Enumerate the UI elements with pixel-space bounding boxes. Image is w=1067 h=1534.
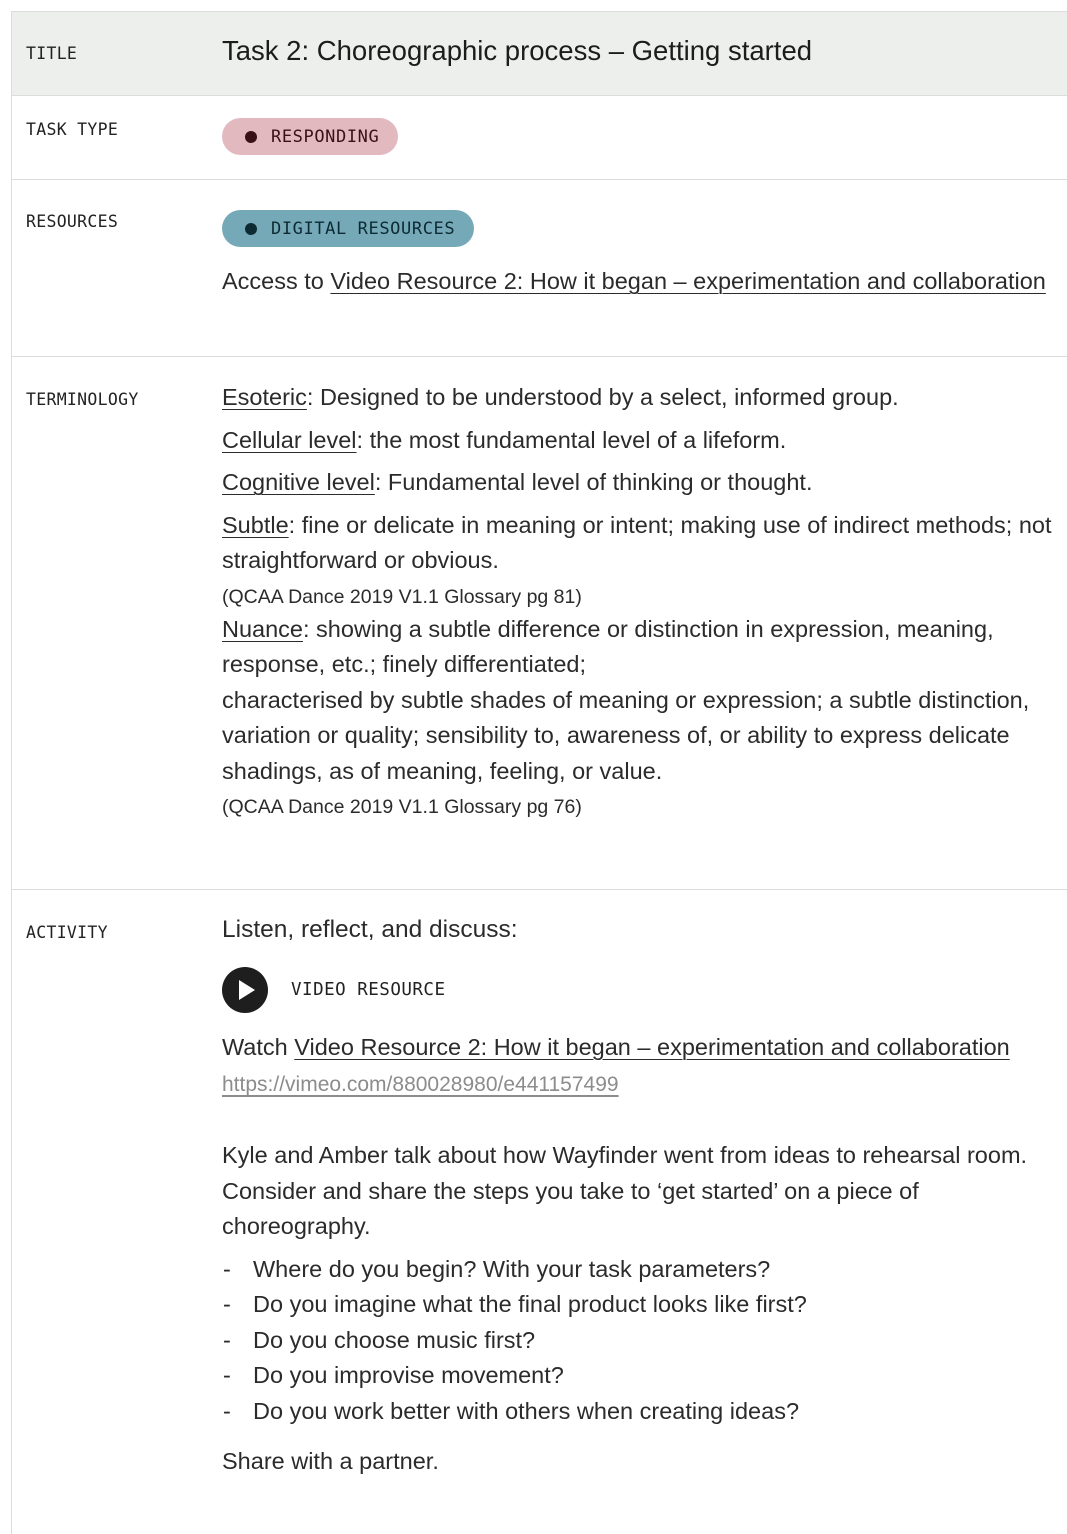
list-item: Do you choose music first? [222, 1323, 1060, 1359]
term-subtle: Subtle: fine or delicate in meaning or i… [222, 508, 1060, 579]
list-item: Do you work better with others when crea… [222, 1394, 1060, 1430]
list-item: Do you imagine what the final product lo… [222, 1287, 1060, 1323]
video-resource-link[interactable]: Video Resource 2: How it began – experim… [330, 268, 1045, 294]
glossary-citation: (QCAA Dance 2019 V1.1 Glossary pg 76) [222, 796, 582, 818]
term-name: Cognitive level [222, 469, 375, 495]
bullet-dot-icon [245, 222, 257, 235]
digital-resources-badge: DIGITAL RESOURCES [222, 210, 475, 247]
term-nuance: Nuance: showing a subtle difference or d… [222, 612, 1060, 683]
play-icon[interactable] [222, 966, 268, 1013]
task-table: TITLE Task 2: Choreographic process – Ge… [11, 11, 1067, 1534]
term-esoteric: Esoteric: Designed to be understood by a… [222, 380, 1060, 416]
digital-resources-badge-label: DIGITAL RESOURCES [271, 218, 456, 239]
watch-prefix: Watch [222, 1033, 295, 1060]
access-text: Access to Video Resource 2: How it began… [222, 264, 1060, 300]
glossary-citation: (QCAA Dance 2019 V1.1 Glossary pg 81) [222, 585, 582, 608]
term-definition: : fine or delicate in meaning or intent;… [222, 511, 1052, 574]
activity-label: ACTIVITY [26, 923, 108, 942]
video-resource-label: VIDEO RESOURCE [291, 979, 446, 1000]
term-cognitive-level: Cognitive level: Fundamental level of th… [222, 465, 1060, 501]
term-name: Nuance [222, 615, 303, 642]
nuance-continued: characterised by subtle shades of meanin… [222, 686, 1030, 784]
question-list: Where do you begin? With your task param… [222, 1252, 1060, 1430]
access-prefix: Access to [222, 268, 331, 294]
vimeo-url-link[interactable]: https://vimeo.com/880028980/e441157499 [222, 1073, 619, 1096]
task-type-row: TASK TYPE RESPONDING [12, 96, 1067, 180]
term-definition: : showing a subtle difference or distinc… [222, 615, 994, 678]
bullet-dot-icon [245, 130, 257, 143]
term-name: Subtle [222, 511, 289, 538]
term-definition: : Fundamental level of thinking or thoug… [374, 469, 813, 495]
task-type-label: TASK TYPE [26, 120, 119, 139]
list-item: Where do you begin? With your task param… [222, 1252, 1060, 1288]
term-cellular-level: Cellular level: the most fundamental lev… [222, 423, 1060, 459]
activity-row: ACTIVITY Listen, reflect, and discuss: V… [12, 890, 1067, 1534]
watch-text: Watch Video Resource 2: How it began – e… [222, 1030, 1060, 1066]
task-title: Task 2: Choreographic process – Getting … [222, 35, 813, 66]
term-definition: : Designed to be understood by a select,… [306, 384, 899, 410]
terminology-label: TERMINOLOGY [26, 390, 139, 409]
video-resource-block[interactable]: VIDEO RESOURCE [222, 966, 1060, 1013]
activity-closing: Share with a partner. [222, 1448, 439, 1474]
watch-video-link[interactable]: Video Resource 2: How it began – experim… [294, 1034, 1009, 1060]
list-item: Do you improvise movement? [222, 1358, 1060, 1394]
title-row: TITLE Task 2: Choreographic process – Ge… [12, 12, 1067, 96]
term-definition: : the most fundamental level of a lifefo… [356, 426, 787, 453]
responding-badge-label: RESPONDING [271, 126, 380, 147]
resources-label: RESOURCES [26, 212, 119, 231]
activity-intro: Kyle and Amber talk about how Wayfinder … [222, 1142, 1028, 1239]
responding-badge: RESPONDING [222, 118, 399, 155]
activity-heading: Listen, reflect, and discuss: [222, 916, 518, 943]
title-label: TITLE [26, 44, 78, 63]
terminology-row: TERMINOLOGY Esoteric: Designed to be und… [12, 357, 1067, 890]
term-name: Cellular level [222, 426, 357, 453]
resources-row: RESOURCES DIGITAL RESOURCES Access to Vi… [12, 180, 1067, 357]
term-name: Esoteric [222, 384, 307, 410]
